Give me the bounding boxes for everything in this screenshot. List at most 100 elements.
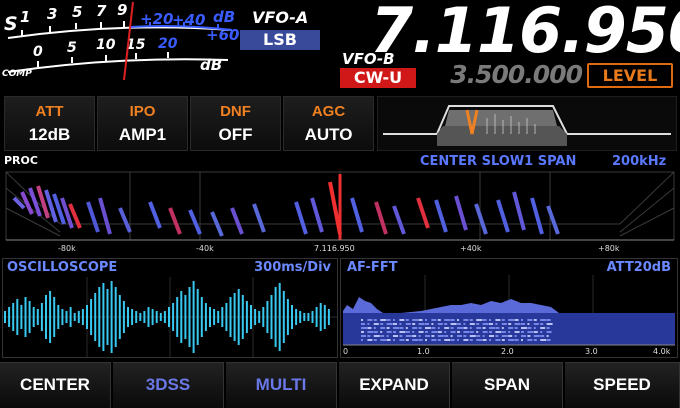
fft-waterfall-cell <box>418 331 424 333</box>
agc-button[interactable]: AGC AUTO <box>283 96 374 151</box>
fft-waterfall-cell <box>533 323 539 325</box>
vfo-a-label: VFO-A <box>252 8 309 27</box>
fft-waterfall-cell <box>393 331 396 333</box>
fft-waterfall-cell <box>463 327 468 329</box>
fft-waterfall-cell <box>514 335 517 337</box>
fft-waterfall-cell <box>393 335 398 337</box>
fft-waterfall-cell <box>393 339 395 341</box>
fft-waterfall-cell <box>367 331 374 333</box>
fft-waterfall-cell <box>412 335 417 337</box>
fft-waterfall-cell <box>457 319 459 321</box>
fft-waterfall-cell <box>457 323 461 325</box>
fft-waterfall-cell <box>437 339 441 341</box>
att-button[interactable]: ATT 12dB <box>4 96 95 151</box>
softkey-span[interactable]: SPAN <box>452 362 563 408</box>
fft-waterfall-cell <box>521 319 523 321</box>
fft-waterfall-cell <box>501 319 505 321</box>
af-fft-title: AF-FFT <box>347 260 398 275</box>
fft-waterfall-cell <box>425 331 428 333</box>
fft-waterfall-cell <box>399 327 404 329</box>
vfo-b-mode[interactable]: CW-U <box>340 68 416 88</box>
fft-waterfall-cell <box>425 319 427 321</box>
fft-waterfall-cell <box>495 327 500 329</box>
softkey-multi[interactable]: MULTI <box>226 362 337 408</box>
fft-waterfall-cell <box>463 339 469 341</box>
fft-waterfall-cell <box>489 339 491 341</box>
fft-waterfall-cell <box>399 339 405 341</box>
softkey-3dss[interactable]: 3DSS <box>113 362 224 408</box>
ipo-button[interactable]: IPO AMP1 <box>97 96 188 151</box>
af-fft-panel[interactable]: AF-FFT ATT20dB 0 1.0 2.0 3.0 4.0k <box>340 258 678 358</box>
comp-tick-5: 5 <box>67 40 77 56</box>
fft-waterfall-cell <box>450 331 456 333</box>
fft-waterfall-cell <box>367 339 373 341</box>
spectrum-3dss-display[interactable]: -80k -40k 7.116.950 +40k +80k <box>0 168 680 256</box>
fft-waterfall-cell <box>373 319 377 321</box>
fft-waterfall-cell <box>457 339 459 341</box>
fft-waterfall-cell <box>508 331 511 333</box>
fft-waterfall-cell <box>444 327 450 329</box>
fft-waterfall-cell <box>386 331 392 333</box>
fft-waterfall-cell <box>514 339 519 341</box>
fft-waterfall-cell <box>495 319 501 321</box>
oscilloscope-rate: 300ms/Div <box>254 260 331 275</box>
axis-label-p40k: +40k <box>460 244 482 253</box>
ipo-label: IPO <box>129 103 156 120</box>
fft-waterfall-cell <box>540 331 543 333</box>
fft-waterfall-cell <box>431 339 437 341</box>
fft-waterfall-cell <box>546 323 553 325</box>
fft-waterfall-cell <box>450 319 455 321</box>
axis-label-m80k: -80k <box>58 244 76 253</box>
af-fft-display: 0 1.0 2.0 3.0 4.0k <box>343 275 675 356</box>
softkey-speed[interactable]: SPEED <box>565 362 680 408</box>
fft-waterfall-cell <box>405 323 411 325</box>
filter-passband-display[interactable] <box>377 96 677 151</box>
fft-waterfall-cell <box>380 331 383 333</box>
fft-waterfall-cell <box>399 331 406 333</box>
fft-waterfall-cell <box>514 327 518 329</box>
level-button[interactable]: LEVEL <box>587 63 673 88</box>
fft-waterfall-cell <box>450 335 453 337</box>
fft-waterfall-cell <box>361 335 366 337</box>
fft-waterfall-cell <box>412 327 418 329</box>
fft-waterfall-cell <box>489 323 493 325</box>
fft-waterfall-cell <box>373 335 380 337</box>
fft-waterfall-cell <box>508 339 515 341</box>
fft-waterfall-cell <box>533 319 537 321</box>
fft-waterfall-cell <box>418 319 423 321</box>
fft-waterfall-cell <box>546 339 551 341</box>
dnf-button[interactable]: DNF OFF <box>190 96 281 151</box>
fft-waterfall-cell <box>463 335 467 337</box>
fft-waterfall-cell <box>425 339 427 341</box>
vfo-a-mode[interactable]: LSB <box>240 30 320 50</box>
fft-waterfall-cell <box>444 319 451 321</box>
fft-waterfall-cell <box>540 323 544 325</box>
fft-waterfall-cell <box>495 335 499 337</box>
fft-axis-4: 4.0k <box>653 347 671 356</box>
fft-waterfall-cell <box>405 335 412 337</box>
fft-waterfall-cell <box>386 335 389 337</box>
fft-waterfall-cell <box>476 339 483 341</box>
fft-waterfall-cell <box>386 339 391 341</box>
fft-waterfall-cell <box>373 331 378 333</box>
vfo-b-frequency[interactable]: 3.500.000 <box>430 62 583 88</box>
softkey-expand[interactable]: EXPAND <box>339 362 450 408</box>
fft-waterfall-cell <box>482 331 488 333</box>
fft-waterfall-cell <box>393 323 397 325</box>
db-bottom-label: dB <box>200 56 222 74</box>
att-value: 12dB <box>28 125 71 144</box>
softkey-center[interactable]: CENTER <box>0 362 111 408</box>
fft-waterfall-cell <box>514 319 519 321</box>
fft-waterfall-cell <box>425 323 429 325</box>
comp-tick-20: 20 <box>158 36 178 52</box>
oscilloscope-panel[interactable]: OSCILLOSCOPE 300ms/Div <box>2 258 338 358</box>
fft-waterfall-cell <box>540 335 545 337</box>
att-label: ATT <box>35 103 64 120</box>
fft-waterfall-cell <box>489 335 494 337</box>
db-top-label: dB <box>213 8 235 26</box>
fft-waterfall-cell <box>412 323 416 325</box>
vfo-a-frequency[interactable]: 7.116.950 <box>370 0 680 62</box>
fft-waterfall-cell <box>501 339 505 341</box>
fft-waterfall-cell <box>380 335 385 337</box>
fft-waterfall-cell <box>482 323 489 325</box>
